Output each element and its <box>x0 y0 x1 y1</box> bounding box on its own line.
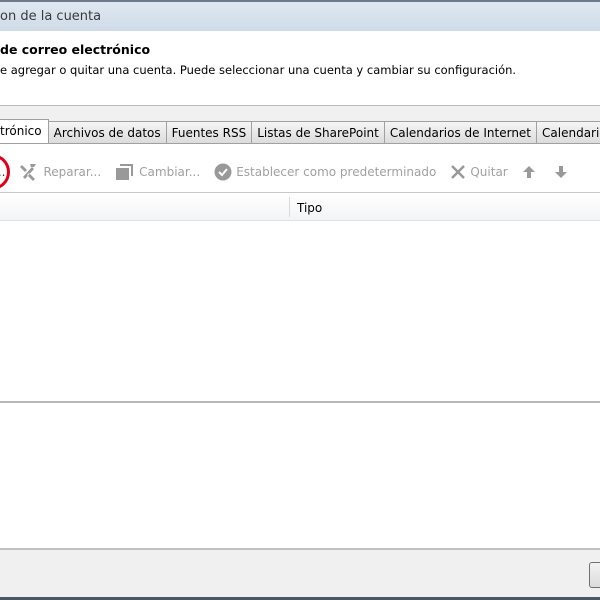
arrow-up-icon <box>522 166 535 178</box>
column-header: Tipo <box>0 192 600 221</box>
window-title: on de la cuenta <box>0 9 102 24</box>
repair-label: Reparar... <box>43 165 102 179</box>
title-bar: on de la cuenta <box>0 0 600 31</box>
remove-label: Quitar <box>470 165 508 179</box>
tab-archivos-de-datos[interactable]: Archivos de datos <box>48 121 167 144</box>
set-default-label: Establecer como predeterminado <box>236 165 437 179</box>
tab-calendarios[interactable]: Calendarios <box>537 121 600 144</box>
dialog-footer <box>0 548 600 600</box>
move-up-button[interactable] <box>522 165 540 179</box>
remove-button[interactable]: Quitar <box>450 164 508 180</box>
move-down-button[interactable] <box>554 165 572 179</box>
change-icon <box>116 164 134 180</box>
tab-correo-electronico[interactable]: trónico <box>0 119 49 144</box>
column-tipo[interactable]: Tipo <box>297 201 322 215</box>
tab-panel: ... Reparar... Cambiar... Establecer com… <box>0 143 600 548</box>
toolbar: ... Reparar... Cambiar... Establecer com… <box>0 161 586 183</box>
tools-icon <box>20 164 37 181</box>
close-button[interactable] <box>589 562 600 588</box>
x-icon <box>451 165 466 179</box>
change-button[interactable]: Cambiar... <box>115 163 200 181</box>
change-label: Cambiar... <box>139 165 201 179</box>
tab-fuentes-rss[interactable]: Fuentes RSS <box>166 121 253 144</box>
arrow-down-icon <box>554 166 567 178</box>
header-title: de correo electrónico <box>0 42 151 57</box>
tab-strip: trónico Archivos de datos Fuentes RSS Li… <box>0 119 600 144</box>
column-separator[interactable] <box>289 197 290 217</box>
tab-listas-sharepoint[interactable]: Listas de SharePoint <box>252 121 385 144</box>
repair-button[interactable]: Reparar... <box>19 163 101 181</box>
list-bottom-border <box>0 401 600 403</box>
set-default-button[interactable]: Establecer como predeterminado <box>214 163 436 181</box>
check-circle-icon <box>214 163 232 181</box>
header-description: e agregar o quitar una cuenta. Puede sel… <box>0 63 517 77</box>
tab-calendarios-internet[interactable]: Calendarios de Internet <box>384 121 538 144</box>
dialog-header: de correo electrónico e agregar o quitar… <box>0 31 600 106</box>
